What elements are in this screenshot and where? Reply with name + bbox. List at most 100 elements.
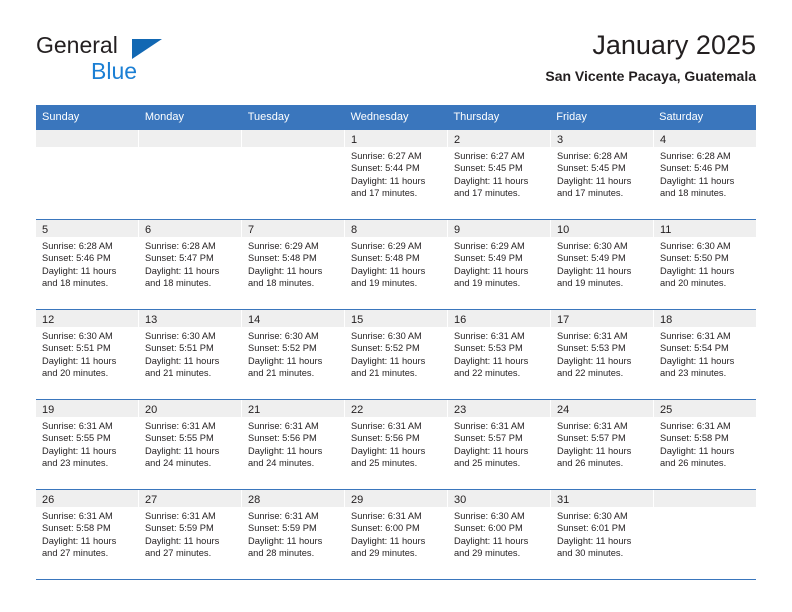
day-number-bar: 19 (36, 400, 138, 417)
calendar-day-cell[interactable]: 26 Sunrise: 6:31 AM Sunset: 5:58 PM Dayligh… (36, 490, 139, 579)
day-number: 27 (145, 494, 158, 506)
calendar-day-cell[interactable]: 17 Sunrise: 6:31 AM Sunset: 5:53 PM Dayligh… (551, 310, 654, 399)
calendar-day-cell[interactable]: 15 Sunrise: 6:30 AM Sunset: 5:52 PM Dayligh… (345, 310, 448, 399)
day-number: 9 (454, 224, 461, 236)
daylight-text: and 27 minutes. (42, 548, 109, 559)
day-number: 1 (351, 134, 358, 146)
general-blue-logo[interactable]: General Blue (36, 32, 226, 94)
day-number-bar (139, 130, 241, 147)
sunset-text: Sunset: 5:55 PM (145, 433, 214, 444)
calendar-week-row: 26 Sunrise: 6:31 AM Sunset: 5:58 PM Dayligh… (36, 490, 756, 580)
day-details (654, 507, 756, 510)
sunrise-text: Sunrise: 6:31 AM (660, 421, 731, 431)
day-number-bar: 6 (139, 220, 241, 237)
calendar-day-cell[interactable]: 28 Sunrise: 6:31 AM Sunset: 5:59 PM Dayligh… (242, 490, 345, 579)
calendar-day-cell[interactable]: 9 Sunrise: 6:29 AM Sunset: 5:49 PM Daylight… (448, 220, 551, 309)
calendar-day-cell[interactable]: 7 Sunrise: 6:29 AM Sunset: 5:48 PM Daylight… (242, 220, 345, 309)
day-number: 5 (42, 224, 49, 236)
sunrise-text: Sunrise: 6:31 AM (351, 421, 422, 431)
sunset-text: Sunset: 5:59 PM (248, 523, 317, 534)
day-details: Sunrise: 6:31 AM Sunset: 5:57 PM Daylight:… (551, 417, 653, 470)
sunset-text: Sunset: 5:57 PM (454, 433, 523, 444)
sunset-text: Sunset: 5:46 PM (42, 253, 111, 264)
sunrise-text: Sunrise: 6:30 AM (42, 331, 113, 341)
daylight-text: Daylight: 11 hours (351, 535, 426, 546)
calendar-day-cell[interactable]: 3 Sunrise: 6:28 AM Sunset: 5:45 PM Daylight… (551, 130, 654, 219)
day-number-bar (242, 130, 344, 147)
calendar-day-cell[interactable]: 5 Sunrise: 6:28 AM Sunset: 5:46 PM Daylight… (36, 220, 139, 309)
page-subtitle: San Vicente Pacaya, Guatemala (545, 68, 756, 84)
calendar-day-cell[interactable]: 20 Sunrise: 6:31 AM Sunset: 5:55 PM Dayligh… (139, 400, 242, 489)
day-number: 21 (248, 404, 261, 416)
day-number: 10 (557, 224, 570, 236)
day-number-bar: 21 (242, 400, 344, 417)
page-title: January 2025 (592, 30, 756, 60)
day-details: Sunrise: 6:29 AM Sunset: 5:48 PM Daylight:… (345, 237, 447, 290)
sunrise-text: Sunrise: 6:31 AM (248, 421, 319, 431)
daylight-text: Daylight: 11 hours (557, 355, 632, 366)
calendar-day-cell[interactable]: 4 Sunrise: 6:28 AM Sunset: 5:46 PM Daylight… (654, 130, 756, 219)
sunrise-text: Sunrise: 6:30 AM (248, 331, 319, 341)
calendar-day-cell[interactable]: 30 Sunrise: 6:30 AM Sunset: 6:00 PM Dayligh… (448, 490, 551, 579)
daylight-text: Daylight: 11 hours (454, 535, 529, 546)
day-number: 7 (248, 224, 255, 236)
day-number-bar: 2 (448, 130, 550, 147)
calendar-day-cell[interactable]: 24 Sunrise: 6:31 AM Sunset: 5:57 PM Dayligh… (551, 400, 654, 489)
daylight-text: Daylight: 11 hours (351, 265, 426, 276)
calendar-day-cell[interactable]: 14 Sunrise: 6:30 AM Sunset: 5:52 PM Dayligh… (242, 310, 345, 399)
calendar-day-cell[interactable]: 23 Sunrise: 6:31 AM Sunset: 5:57 PM Dayligh… (448, 400, 551, 489)
calendar-day-cell[interactable]: 22 Sunrise: 6:31 AM Sunset: 5:56 PM Dayligh… (345, 400, 448, 489)
calendar-day-cell[interactable]: 1 Sunrise: 6:27 AM Sunset: 5:44 PM Daylight… (345, 130, 448, 219)
weekday-header-sunday: Sunday (42, 111, 80, 123)
calendar-day-cell[interactable]: 6 Sunrise: 6:28 AM Sunset: 5:47 PM Daylight… (139, 220, 242, 309)
calendar-day-cell[interactable]: 8 Sunrise: 6:29 AM Sunset: 5:48 PM Daylight… (345, 220, 448, 309)
calendar-day-cell[interactable]: 2 Sunrise: 6:27 AM Sunset: 5:45 PM Daylight… (448, 130, 551, 219)
calendar-day-cell[interactable]: 18 Sunrise: 6:31 AM Sunset: 5:54 PM Dayligh… (654, 310, 756, 399)
calendar-day-cell[interactable]: 27 Sunrise: 6:31 AM Sunset: 5:59 PM Dayligh… (139, 490, 242, 579)
daylight-text: and 28 minutes. (248, 548, 315, 559)
weekday-header-tuesday: Tuesday (247, 111, 290, 123)
day-number-bar: 5 (36, 220, 138, 237)
calendar-day-cell[interactable]: 29 Sunrise: 6:31 AM Sunset: 6:00 PM Dayligh… (345, 490, 448, 579)
calendar-day-cell[interactable]: 13 Sunrise: 6:30 AM Sunset: 5:51 PM Dayligh… (139, 310, 242, 399)
daylight-text: Daylight: 11 hours (351, 355, 426, 366)
daylight-text: and 22 minutes. (454, 368, 521, 379)
calendar-day-cell[interactable]: 19 Sunrise: 6:31 AM Sunset: 5:55 PM Dayligh… (36, 400, 139, 489)
calendar-day-cell[interactable]: 25 Sunrise: 6:31 AM Sunset: 5:58 PM Dayligh… (654, 400, 756, 489)
day-number-bar: 9 (448, 220, 550, 237)
sunrise-text: Sunrise: 6:31 AM (351, 511, 422, 521)
calendar-day-cell[interactable]: 10 Sunrise: 6:30 AM Sunset: 5:49 PM Dayligh… (551, 220, 654, 309)
day-number: 23 (454, 404, 467, 416)
day-number: 22 (351, 404, 364, 416)
calendar-day-cell[interactable]: 21 Sunrise: 6:31 AM Sunset: 5:56 PM Dayligh… (242, 400, 345, 489)
day-number: 4 (660, 134, 667, 146)
daylight-text: Daylight: 11 hours (42, 355, 117, 366)
calendar-week-row: 12 Sunrise: 6:30 AM Sunset: 5:51 PM Dayligh… (36, 310, 756, 400)
day-number: 12 (42, 314, 55, 326)
daylight-text: Daylight: 11 hours (351, 445, 426, 456)
daylight-text: and 26 minutes. (557, 458, 624, 469)
calendar-day-cell[interactable]: 16 Sunrise: 6:31 AM Sunset: 5:53 PM Dayligh… (448, 310, 551, 399)
day-number-bar: 20 (139, 400, 241, 417)
sunset-text: Sunset: 5:47 PM (145, 253, 214, 264)
daylight-text: Daylight: 11 hours (557, 175, 632, 186)
daylight-text: and 21 minutes. (351, 368, 418, 379)
calendar-day-cell[interactable]: 31 Sunrise: 6:30 AM Sunset: 6:01 PM Dayligh… (551, 490, 654, 579)
day-number-bar: 18 (654, 310, 756, 327)
daylight-text: and 17 minutes. (557, 188, 624, 199)
sunrise-text: Sunrise: 6:31 AM (454, 331, 525, 341)
day-details: Sunrise: 6:31 AM Sunset: 5:59 PM Daylight:… (242, 507, 344, 560)
calendar-day-cell[interactable]: 12 Sunrise: 6:30 AM Sunset: 5:51 PM Dayligh… (36, 310, 139, 399)
page-header: General Blue January 2025 San Vicente Pa… (36, 28, 756, 100)
sunset-text: Sunset: 6:00 PM (351, 523, 420, 534)
daylight-text: and 23 minutes. (660, 368, 727, 379)
calendar-day-cell-empty (654, 490, 756, 579)
sunrise-text: Sunrise: 6:31 AM (42, 421, 113, 431)
sunrise-text: Sunrise: 6:28 AM (660, 151, 731, 161)
day-number-bar: 28 (242, 490, 344, 507)
day-details: Sunrise: 6:31 AM Sunset: 5:53 PM Daylight:… (448, 327, 550, 380)
daylight-text: and 21 minutes. (248, 368, 315, 379)
calendar-day-cell[interactable]: 11 Sunrise: 6:30 AM Sunset: 5:50 PM Dayligh… (654, 220, 756, 309)
day-details: Sunrise: 6:28 AM Sunset: 5:45 PM Daylight:… (551, 147, 653, 200)
sunrise-text: Sunrise: 6:31 AM (145, 511, 216, 521)
